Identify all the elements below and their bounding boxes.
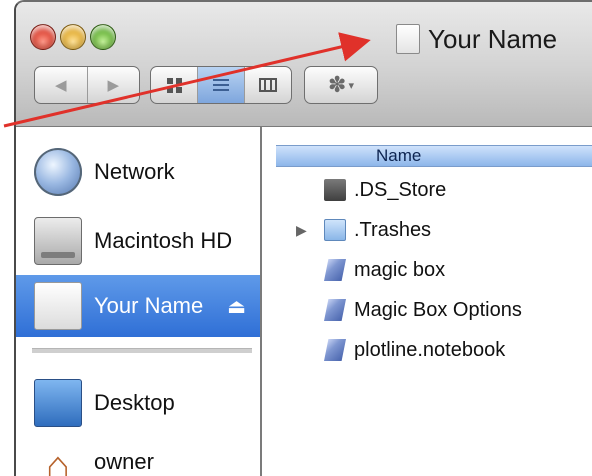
- title-bar: Your Name ◀ ▶ ✽ ▾: [16, 2, 592, 127]
- gear-icon: ✽: [328, 72, 347, 98]
- file-icon: [324, 179, 346, 201]
- list-view-icon: [213, 76, 229, 94]
- sidebar-item-label: owner: [94, 449, 154, 474]
- sidebar: Network Macintosh HD Your Name ⏏ Desktop…: [16, 127, 262, 476]
- icon-view-button[interactable]: [151, 67, 198, 103]
- sidebar-item-label: Macintosh HD: [94, 228, 233, 253]
- list-item-magic-box-options[interactable]: Magic Box Options: [276, 291, 592, 329]
- back-button[interactable]: ◀: [35, 67, 88, 103]
- sidebar-item-your-name[interactable]: Your Name ⏏: [16, 275, 260, 337]
- sidebar-item-network[interactable]: Network: [16, 145, 260, 199]
- chevron-down-icon: ▾: [348, 78, 354, 92]
- hard-drive-icon: [34, 217, 82, 265]
- minimize-window-button[interactable]: [60, 24, 86, 50]
- document-icon: [396, 24, 420, 54]
- app-icon: [324, 339, 346, 361]
- column-view-icon: [259, 78, 277, 92]
- sidebar-divider: [32, 348, 252, 353]
- disk-icon: [34, 282, 82, 330]
- close-window-button[interactable]: [30, 24, 56, 50]
- list-item-trashes[interactable]: ▶ .Trashes: [276, 211, 592, 249]
- back-arrow-icon: ◀: [54, 76, 67, 94]
- column-view-button[interactable]: [245, 67, 291, 103]
- list-item-label: .DS_Store: [354, 178, 447, 201]
- list-item-label: Magic Box Options: [354, 298, 522, 321]
- list-item-magic-box[interactable]: magic box: [276, 251, 592, 289]
- sidebar-item-label: Your Name: [94, 293, 204, 318]
- forward-button[interactable]: ▶: [88, 67, 140, 103]
- file-list: Name .DS_Store ▶ .Trashes magic box Magi…: [262, 127, 592, 476]
- list-item-label: magic box: [354, 258, 446, 281]
- disclosure-triangle-icon[interactable]: ▶: [296, 222, 324, 239]
- back-forward-control: ◀ ▶: [34, 66, 140, 104]
- app-icon: [324, 299, 346, 321]
- network-globe-icon: [34, 148, 82, 196]
- icon-view-icon: [166, 77, 182, 93]
- sidebar-item-macintosh-hd[interactable]: Macintosh HD: [16, 211, 260, 271]
- action-menu-button[interactable]: ✽ ▾: [304, 66, 378, 104]
- sidebar-item-desktop[interactable]: Desktop: [16, 375, 260, 431]
- sidebar-item-label: Desktop: [94, 390, 175, 415]
- list-item-plotline-notebook[interactable]: plotline.notebook: [276, 331, 592, 369]
- list-item-label: .Trashes: [354, 218, 432, 241]
- eject-icon[interactable]: ⏏: [227, 294, 246, 319]
- sidebar-item-owner[interactable]: ⌂ owner: [16, 439, 260, 476]
- forward-arrow-icon: ▶: [107, 76, 120, 94]
- name-column-header[interactable]: Name: [276, 145, 592, 167]
- window-title-text: Your Name: [428, 23, 558, 54]
- list-view-button[interactable]: [198, 67, 245, 103]
- app-icon: [324, 259, 346, 281]
- sidebar-item-label: Network: [94, 159, 175, 184]
- finder-window: Your Name ◀ ▶ ✽ ▾ Network Macintosh HD Y…: [14, 0, 592, 476]
- zoom-window-button[interactable]: [90, 24, 116, 50]
- view-mode-control: [150, 66, 292, 104]
- list-item-label: plotline.notebook: [354, 338, 506, 361]
- list-item-ds-store[interactable]: .DS_Store: [276, 171, 592, 209]
- home-icon: ⌂: [45, 444, 71, 476]
- window-title: Your Name: [396, 19, 557, 59]
- desktop-folder-icon: [34, 379, 82, 427]
- folder-icon: [324, 219, 346, 241]
